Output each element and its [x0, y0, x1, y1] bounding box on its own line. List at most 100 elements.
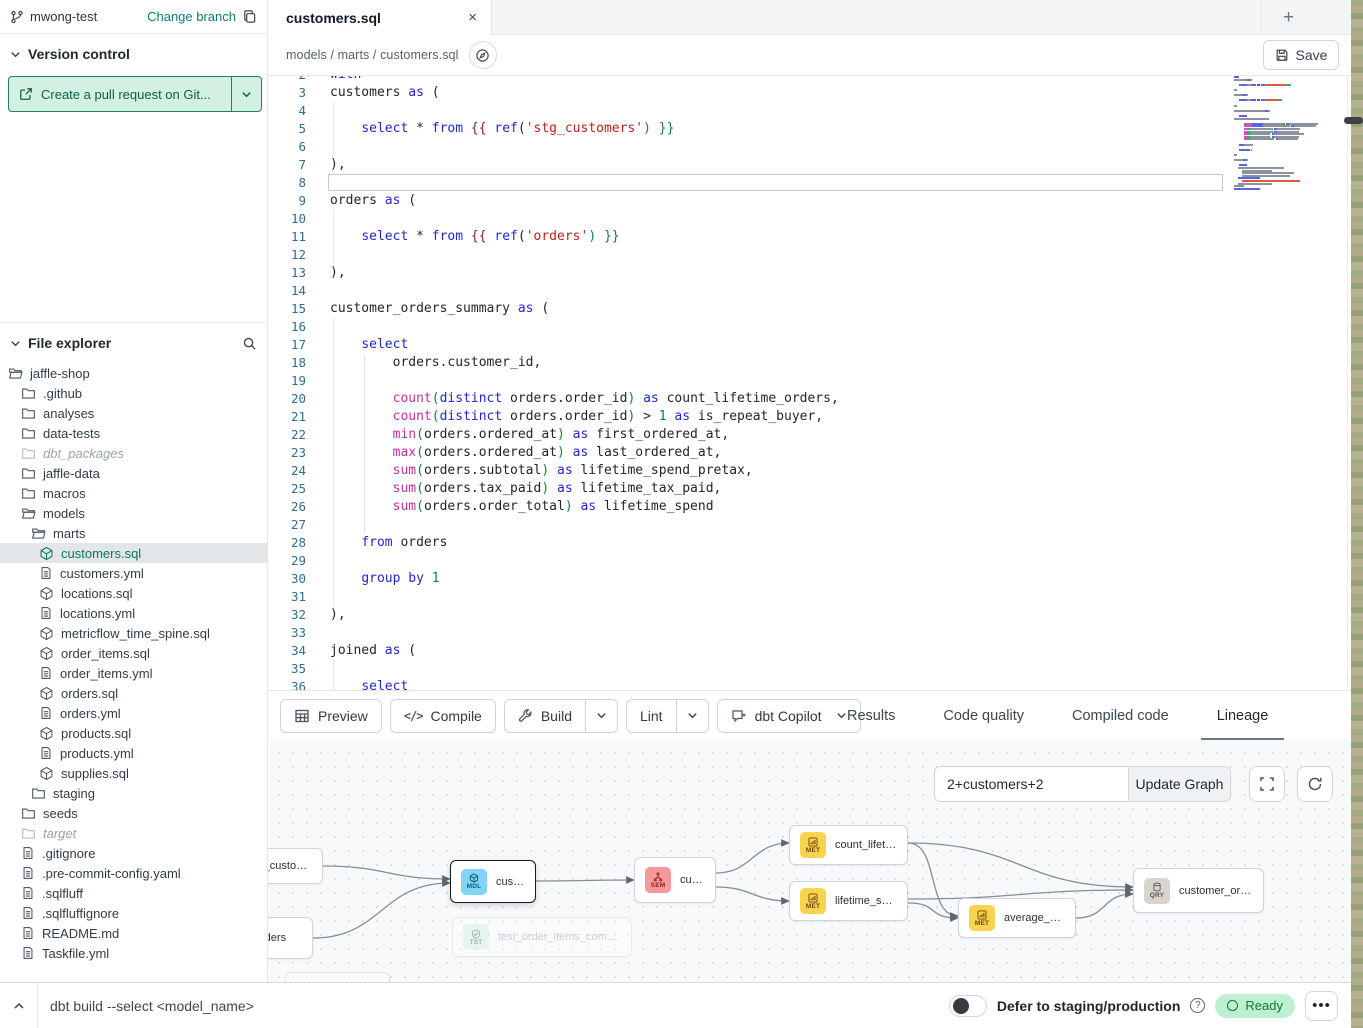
line-number: 11 — [268, 228, 306, 246]
tree-item-supplies-sql[interactable]: supplies.sql — [0, 763, 267, 783]
tst-node-icon: TST — [463, 924, 489, 950]
tree-item--gitignore[interactable]: .gitignore — [0, 843, 267, 863]
chevron-down-icon[interactable] — [10, 338, 21, 349]
tab-bar: customers.sql × + — [268, 0, 1351, 35]
model-icon — [39, 546, 54, 561]
more-options-button[interactable]: ••• — [1305, 991, 1338, 1021]
code-line-22: min(orders.ordered_at) as first_ordered_… — [330, 426, 729, 444]
build-button[interactable]: Build — [504, 699, 618, 733]
tab-code-quality[interactable]: Code quality — [941, 691, 1026, 741]
code-line-32: ), — [330, 606, 346, 624]
lineage-node-customers_sem[interactable]: SEMcustomers — [634, 857, 716, 903]
tree-item-staging[interactable]: staging — [0, 783, 267, 803]
tree-item-jaffle-data[interactable]: jaffle-data — [0, 463, 267, 483]
window-scrollbar-handle[interactable] — [1344, 117, 1363, 124]
tree-item-customers-sql[interactable]: customers.sql — [0, 543, 267, 563]
refresh-button[interactable] — [1297, 766, 1333, 802]
lint-button[interactable]: Lint — [626, 699, 709, 733]
chevron-down-icon[interactable] — [676, 700, 708, 732]
button-label: dbt Copilot — [755, 708, 822, 724]
tab-results[interactable]: Results — [845, 691, 897, 741]
tree-item--pre-commit-config-yaml[interactable]: .pre-commit-config.yaml — [0, 863, 267, 883]
line-number: 22 — [268, 426, 306, 444]
close-icon[interactable]: × — [468, 10, 477, 25]
tree-item-order-items-yml[interactable]: order_items.yml — [0, 663, 267, 683]
node-label: customers — [496, 876, 525, 888]
defer-toggle[interactable] — [949, 995, 987, 1017]
tree-item-seeds[interactable]: seeds — [0, 803, 267, 823]
copy-icon[interactable] — [242, 9, 257, 24]
tree-item-label: metricflow_time_spine.sql — [61, 626, 210, 641]
new-tab-button[interactable]: + — [1283, 7, 1294, 29]
dbt-copilot-button[interactable]: dbt Copilot — [717, 699, 861, 733]
tree-item-models[interactable]: models — [0, 503, 267, 523]
lineage-selector-input[interactable] — [934, 766, 1128, 802]
compass-icon-button[interactable] — [469, 41, 497, 69]
create-pr-dropdown[interactable] — [231, 77, 261, 111]
tree-item--github[interactable]: .github — [0, 383, 267, 403]
tree-item-label: order_items.sql — [61, 646, 150, 661]
file-icon — [21, 886, 35, 900]
lineage-node-orders[interactable]: orders — [268, 917, 313, 959]
lineage-node-customer_order_metrics[interactable]: QRYcustomer_order_metrics — [1133, 868, 1264, 913]
tree-item-taskfile-yml[interactable]: Taskfile.yml — [0, 943, 267, 963]
line-number: 26 — [268, 498, 306, 516]
tree-item-order-items-sql[interactable]: order_items.sql — [0, 643, 267, 663]
tree-item-products-yml[interactable]: products.yml — [0, 743, 267, 763]
save-button[interactable]: Save — [1263, 40, 1339, 70]
collapse-panel-button[interactable] — [0, 983, 38, 1028]
compile-button[interactable]: </>Compile — [390, 699, 496, 733]
chevron-down-icon[interactable] — [585, 700, 617, 732]
tree-item-data-tests[interactable]: data-tests — [0, 423, 267, 443]
code-editor[interactable]: 2345678910111213141516171819202122232425… — [268, 76, 1351, 690]
indent-guide — [333, 318, 334, 606]
lineage-node-stg_customers[interactable]: stg_customers — [268, 848, 323, 884]
tree-item-macros[interactable]: macros — [0, 483, 267, 503]
lineage-node-test_bools[interactable]: TSTtest_order_items_compute_to_bools... — [452, 917, 632, 957]
help-icon[interactable]: ? — [1190, 998, 1205, 1013]
line-number: 4 — [268, 102, 306, 120]
tree-item-locations-yml[interactable]: locations.yml — [0, 603, 267, 623]
tree-item-customers-yml[interactable]: customers.yml — [0, 563, 267, 583]
line-number: 21 — [268, 408, 306, 426]
change-branch-link[interactable]: Change branch — [147, 9, 236, 24]
update-graph-button[interactable]: Update Graph — [1128, 766, 1231, 802]
file-icon — [21, 906, 35, 920]
git-branch-icon — [10, 10, 24, 24]
tree-item--sqlfluff[interactable]: .sqlfluff — [0, 883, 267, 903]
tree-item-label: data-tests — [43, 426, 100, 441]
tab-compiled-code[interactable]: Compiled code — [1070, 691, 1171, 741]
code-line-21: count(distinct orders.order_id) > 1 as i… — [330, 408, 823, 426]
tree-item-products-sql[interactable]: products.sql — [0, 723, 267, 743]
folder-open-icon — [21, 506, 36, 521]
search-icon[interactable] — [242, 336, 257, 351]
tree-item-marts[interactable]: marts — [0, 523, 267, 543]
button-label: Build — [541, 708, 572, 724]
folder-icon — [21, 826, 36, 841]
lineage-node-customers_mdl[interactable]: MDLcustomers — [450, 860, 536, 903]
button-label: Compile — [430, 708, 481, 724]
fullscreen-button[interactable] — [1249, 766, 1285, 802]
lineage-node-average_order_value[interactable]: METaverage_order_value — [958, 898, 1076, 938]
version-control-header[interactable]: Version control — [0, 34, 267, 70]
preview-button[interactable]: Preview — [280, 699, 382, 733]
tab-lineage[interactable]: Lineage — [1215, 691, 1271, 741]
minimap[interactable] — [1234, 76, 1322, 196]
tree-item-orders-sql[interactable]: orders.sql — [0, 683, 267, 703]
lineage-node-count_lifetime_orders[interactable]: METcount_lifetime_orders — [789, 825, 908, 865]
lineage-node-ghost_cut[interactable] — [285, 972, 390, 982]
tree-item-metricflow-time-spine-sql[interactable]: metricflow_time_spine.sql — [0, 623, 267, 643]
tree-item--sqlfluffignore[interactable]: .sqlfluffignore — [0, 903, 267, 923]
tree-item-analyses[interactable]: analyses — [0, 403, 267, 423]
create-pull-request-button[interactable]: Create a pull request on Git... — [8, 76, 262, 112]
tab-customers-sql[interactable]: customers.sql × — [268, 0, 492, 35]
tree-item-readme-md[interactable]: README.md — [0, 923, 267, 943]
lineage-node-lifetime_spend_pretax[interactable]: METlifetime_spend_pretax — [789, 881, 908, 921]
tree-item-orders-yml[interactable]: orders.yml — [0, 703, 267, 723]
tree-item-jaffle-shop[interactable]: jaffle-shop — [0, 363, 267, 383]
tree-item-dbt-packages[interactable]: dbt_packages — [0, 443, 267, 463]
tree-item-locations-sql[interactable]: locations.sql — [0, 583, 267, 603]
tree-item-target[interactable]: target — [0, 823, 267, 843]
command-input[interactable] — [38, 998, 949, 1014]
file-icon — [39, 606, 53, 620]
